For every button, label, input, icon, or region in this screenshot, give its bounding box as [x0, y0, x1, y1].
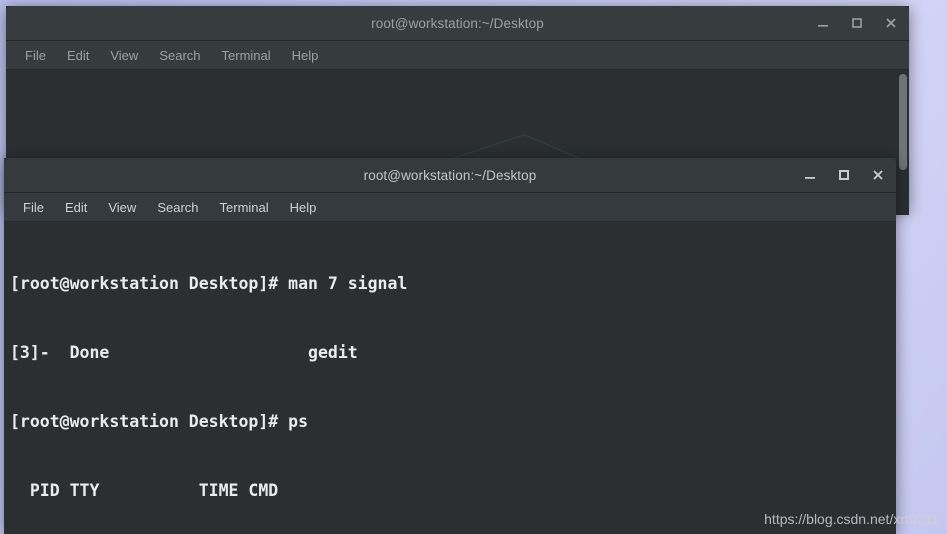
- menu-file[interactable]: File: [16, 198, 51, 217]
- menu-edit[interactable]: Edit: [60, 46, 96, 65]
- maximize-icon[interactable]: [836, 167, 852, 183]
- minimize-icon[interactable]: [815, 15, 831, 31]
- close-icon[interactable]: [883, 15, 899, 31]
- close-icon[interactable]: [870, 167, 886, 183]
- maximize-icon[interactable]: [849, 15, 865, 31]
- menu-view[interactable]: View: [101, 198, 143, 217]
- background-menubar: File Edit View Search Terminal Help: [6, 41, 909, 70]
- foreground-window-title: root@workstation:~/Desktop: [363, 167, 537, 183]
- background-window-controls: [815, 6, 899, 40]
- menu-view[interactable]: View: [103, 46, 145, 65]
- desktop: root@workstation:~/Desktop File Edit Vie…: [0, 0, 947, 534]
- menu-search[interactable]: Search: [152, 46, 207, 65]
- background-titlebar[interactable]: root@workstation:~/Desktop: [6, 6, 909, 41]
- watermark: https://blog.csdn.net/xrt0211: [764, 511, 939, 527]
- terminal-line: PID TTY TIME CMD: [10, 481, 279, 500]
- minimize-icon[interactable]: [802, 167, 818, 183]
- menu-terminal[interactable]: Terminal: [215, 46, 278, 65]
- menu-search[interactable]: Search: [150, 198, 205, 217]
- foreground-terminal-window[interactable]: root@workstation:~/Desktop File Edit Vie…: [4, 158, 896, 534]
- menu-help[interactable]: Help: [283, 198, 324, 217]
- menu-file[interactable]: File: [18, 46, 53, 65]
- background-scrollbar[interactable]: [896, 70, 909, 215]
- terminal-line: [root@workstation Desktop]# ps: [10, 412, 309, 431]
- menu-edit[interactable]: Edit: [58, 198, 94, 217]
- terminal-line: [3]- Done gedit: [10, 343, 358, 362]
- menu-help[interactable]: Help: [285, 46, 326, 65]
- terminal-line: [root@workstation Desktop]# man 7 signal: [10, 274, 408, 293]
- background-window-title: root@workstation:~/Desktop: [371, 15, 544, 31]
- foreground-terminal-body[interactable]: [root@workstation Desktop]# man 7 signal…: [4, 222, 896, 534]
- foreground-titlebar[interactable]: root@workstation:~/Desktop: [4, 158, 896, 193]
- scrollbar-thumb[interactable]: [899, 74, 907, 170]
- foreground-window-controls: [802, 158, 886, 192]
- foreground-menubar: File Edit View Search Terminal Help: [4, 193, 896, 222]
- menu-terminal[interactable]: Terminal: [213, 198, 276, 217]
